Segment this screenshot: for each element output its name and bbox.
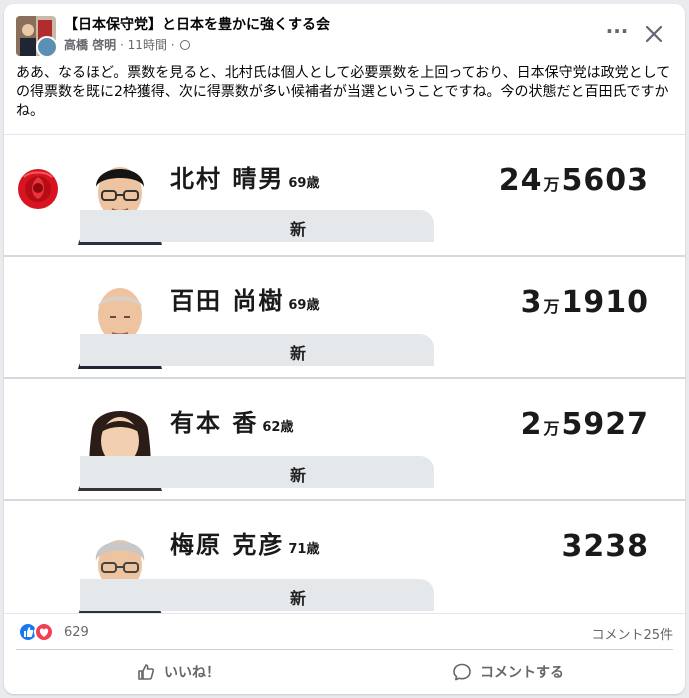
love-reaction-icon bbox=[34, 622, 54, 642]
group-avatar[interactable] bbox=[16, 16, 56, 56]
rose-icon bbox=[14, 165, 62, 213]
status-label: 新 bbox=[290, 466, 307, 485]
reaction-count[interactable]: 629 bbox=[64, 625, 89, 640]
new-status-bar bbox=[80, 334, 434, 366]
comment-label: コメントする bbox=[480, 665, 564, 681]
candidate-row: 梅原 克彦 71歳 新 3238 bbox=[4, 501, 685, 613]
comment-bubble-icon bbox=[453, 663, 471, 681]
new-status-bar bbox=[80, 579, 434, 611]
post-header: 【日本保守党】と日本を豊かに強くする会 高橋 啓明 · 11時間 · ··· bbox=[4, 4, 685, 60]
post-body: ああ、なるほど。票数を見ると、北村氏は個人として必要票数を上回っており、日本保守… bbox=[16, 65, 671, 119]
comment-count[interactable]: コメント25件 bbox=[591, 624, 673, 643]
candidate-name: 北村 晴男 69歳 bbox=[170, 165, 320, 193]
close-icon[interactable] bbox=[640, 20, 668, 48]
new-status-bar bbox=[80, 210, 434, 242]
post-meta: 高橋 啓明 · 11時間 · bbox=[64, 36, 191, 53]
like-button[interactable]: いいね！ bbox=[136, 656, 220, 688]
post-time[interactable]: 11時間 bbox=[128, 38, 167, 52]
candidate-name: 梅原 克彦 71歳 bbox=[170, 531, 320, 559]
author-name[interactable]: 高橋 啓明 bbox=[64, 38, 116, 52]
like-label: いいね！ bbox=[164, 665, 220, 681]
candidate-row: 北村 晴男 69歳 新 24万5603 bbox=[4, 135, 685, 257]
vote-count: 24万5603 bbox=[498, 163, 649, 198]
meta-separator: · bbox=[170, 38, 175, 52]
status-label: 新 bbox=[290, 589, 307, 608]
status-label: 新 bbox=[290, 220, 307, 239]
post-image[interactable]: 北村 晴男 69歳 新 24万5603 百田 尚樹 69歳 新 3万1910 有… bbox=[4, 134, 685, 614]
candidate-name: 有本 香 62歳 bbox=[170, 409, 294, 437]
meta-separator: · bbox=[120, 38, 124, 52]
new-status-bar bbox=[80, 456, 434, 488]
thumbs-up-icon bbox=[138, 664, 155, 680]
group-name[interactable]: 【日本保守党】と日本を豊かに強くする会 bbox=[64, 14, 330, 34]
more-dots-icon[interactable]: ··· bbox=[602, 20, 632, 44]
status-label: 新 bbox=[290, 344, 307, 363]
candidate-row: 有本 香 62歳 新 2万5927 bbox=[4, 379, 685, 501]
footer-divider bbox=[16, 649, 673, 650]
candidate-row: 百田 尚樹 69歳 新 3万1910 bbox=[4, 257, 685, 379]
vote-count: 3238 bbox=[561, 529, 649, 564]
candidate-name: 百田 尚樹 69歳 bbox=[170, 287, 320, 315]
comment-button[interactable]: コメントする bbox=[452, 656, 564, 688]
post-card: 【日本保守党】と日本を豊かに強くする会 高橋 啓明 · 11時間 · ··· あ… bbox=[4, 4, 685, 694]
globe-icon bbox=[180, 40, 191, 50]
vote-count: 3万1910 bbox=[520, 285, 649, 320]
author-avatar[interactable] bbox=[36, 36, 56, 56]
vote-count: 2万5927 bbox=[520, 407, 649, 442]
